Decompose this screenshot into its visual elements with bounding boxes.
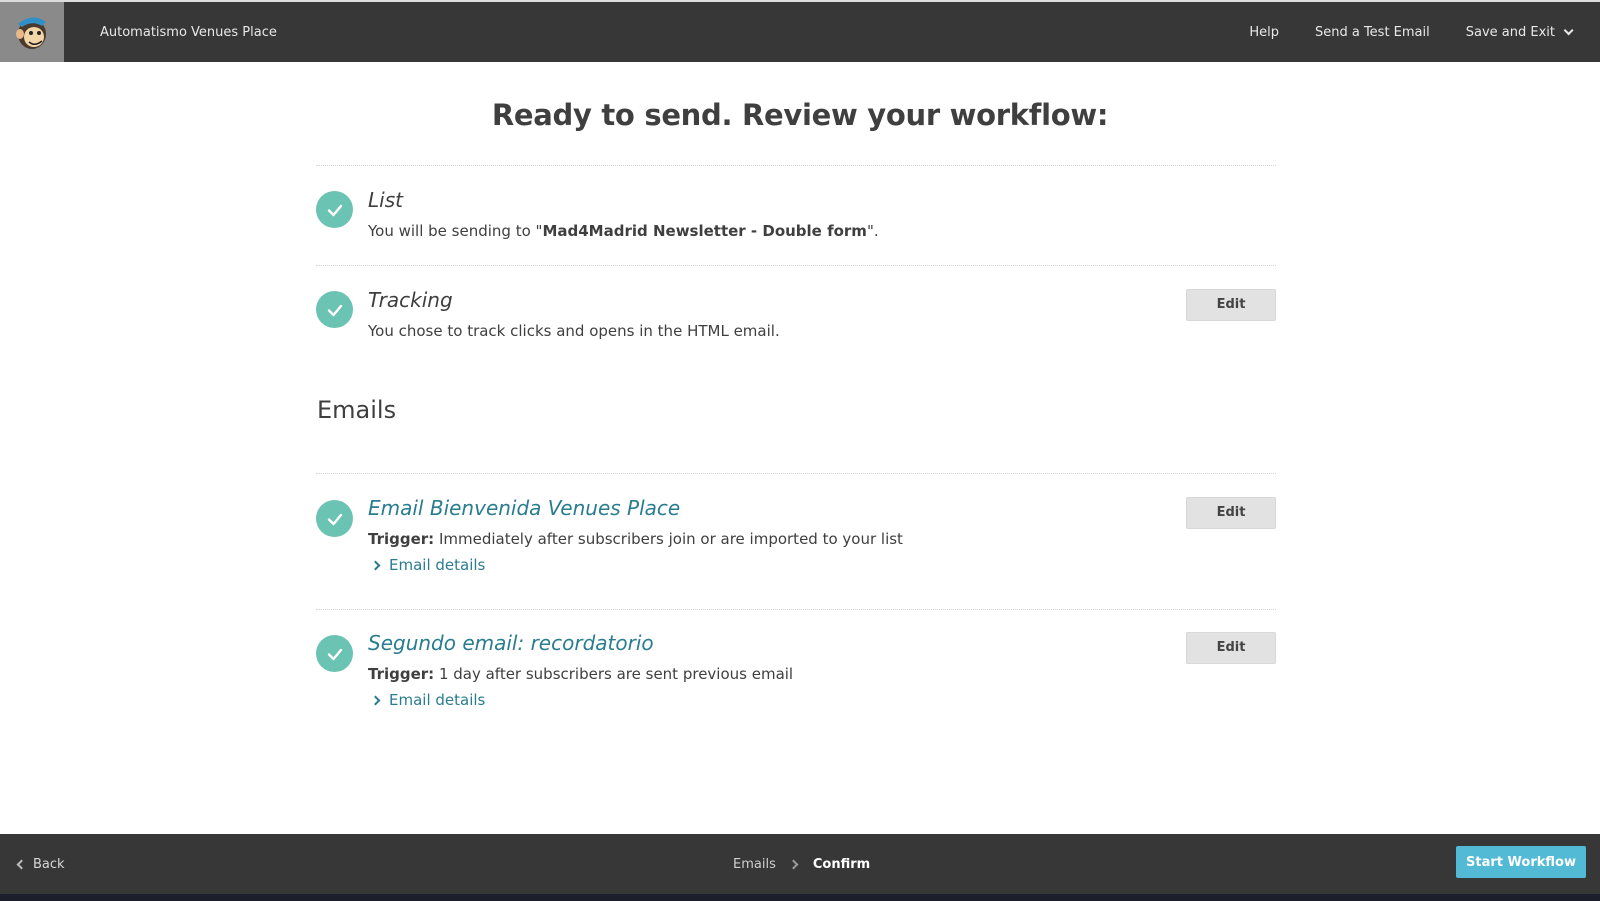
- step-emails[interactable]: Emails: [733, 857, 776, 872]
- email-item: Segundo email: recordatorio Trigger: 1 d…: [316, 609, 1276, 749]
- send-test-email-link[interactable]: Send a Test Email: [1315, 25, 1430, 40]
- check-icon: [316, 291, 353, 328]
- mailchimp-logo[interactable]: [0, 2, 64, 62]
- campaign-title: Automatismo Venues Place: [100, 24, 277, 40]
- edit-tracking-button[interactable]: Edit: [1186, 289, 1276, 321]
- email-trigger: Trigger: Immediately after subscribers j…: [368, 530, 903, 548]
- tracking-title: Tracking: [368, 288, 453, 312]
- start-workflow-button[interactable]: Start Workflow: [1456, 846, 1586, 878]
- back-button[interactable]: Back: [16, 834, 65, 894]
- tracking-section: Tracking You chose to track clicks and o…: [316, 265, 1276, 365]
- list-title: List: [368, 188, 403, 212]
- check-icon: [316, 635, 353, 672]
- help-link[interactable]: Help: [1249, 25, 1279, 40]
- save-and-exit-label: Save and Exit: [1465, 24, 1555, 40]
- email-item: Email Bienvenida Venues Place Trigger: I…: [316, 473, 1276, 609]
- top-bar: Automatismo Venues Place Help Send a Tes…: [0, 0, 1600, 62]
- edit-email-button[interactable]: Edit: [1186, 632, 1276, 664]
- chevron-right-icon: [370, 695, 381, 705]
- bottom-bar: Back Emails Confirm Start Workflow: [0, 834, 1600, 894]
- email-details-toggle[interactable]: Email details: [370, 691, 485, 709]
- check-icon: [316, 191, 353, 228]
- email-details-toggle[interactable]: Email details: [370, 556, 485, 574]
- email-title-link[interactable]: Segundo email: recordatorio: [368, 631, 654, 655]
- step-confirm: Confirm: [812, 856, 871, 872]
- edit-email-button[interactable]: Edit: [1186, 497, 1276, 529]
- window-edge: [0, 894, 1600, 901]
- step-breadcrumb: Emails Confirm: [733, 834, 870, 894]
- emails-heading: Emails: [317, 396, 397, 424]
- chevron-right-icon: [370, 560, 381, 570]
- top-nav: Help Send a Test Email Save and Exit: [1213, 2, 1600, 62]
- check-icon: [316, 500, 353, 537]
- tracking-description: You chose to track clicks and opens in t…: [368, 322, 780, 340]
- email-title-link[interactable]: Email Bienvenida Venues Place: [368, 496, 680, 520]
- list-section: List You will be sending to "Mad4Madrid …: [316, 165, 1276, 265]
- list-description: You will be sending to "Mad4Madrid Newsl…: [368, 222, 879, 240]
- monkey-logo-icon: [16, 17, 46, 49]
- page-title: Ready to send. Review your workflow:: [491, 98, 1109, 132]
- chevron-down-icon: [1563, 24, 1574, 35]
- chevron-left-icon: [16, 859, 27, 869]
- main-content: Ready to send. Review your workflow: Lis…: [0, 62, 1600, 834]
- list-name: Mad4Madrid Newsletter - Double form: [542, 222, 867, 240]
- chevron-right-icon: [788, 859, 799, 869]
- email-trigger: Trigger: 1 day after subscribers are sen…: [368, 665, 794, 683]
- save-and-exit-menu[interactable]: Save and Exit: [1465, 24, 1574, 40]
